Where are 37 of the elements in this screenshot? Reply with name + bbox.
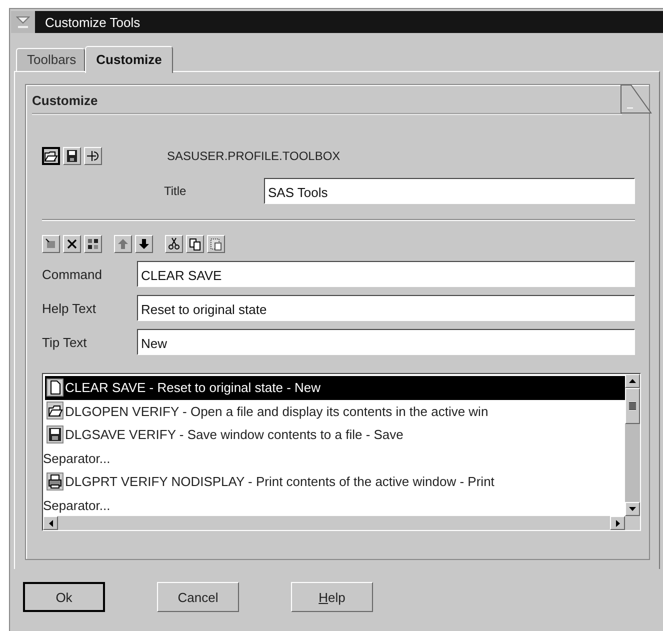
scroll-down-icon[interactable] — [629, 507, 636, 511]
input-field[interactable]: Reset to original state — [137, 295, 635, 321]
vertical-scrollbar[interactable] — [625, 374, 640, 516]
toolbox-path: SASUSER.PROFILE.TOOLBOX — [167, 149, 340, 163]
scroll-thumb-icon[interactable] — [629, 402, 636, 410]
title-label: Title — [164, 184, 188, 198]
list-item[interactable]: DLGPRT VERIFY NODISPLAY - Print contents of the active window - Print — [45, 470, 625, 494]
dialog-button[interactable]: Help — [291, 582, 373, 612]
dialog-button[interactable]: Cancel — [157, 582, 239, 612]
scroll-right-icon[interactable] — [616, 520, 620, 526]
input-field[interactable]: CLEAR SAVE — [137, 261, 635, 287]
scroll-left-icon[interactable] — [48, 520, 52, 526]
field-label: Command — [42, 266, 103, 282]
tab[interactable]: Toolbars — [16, 48, 86, 71]
open-icon[interactable] — [42, 147, 60, 165]
horizontal-scrollbar[interactable] — [43, 516, 625, 530]
list-item[interactable]: Separator... — [43, 494, 625, 516]
grid-icon[interactable] — [84, 235, 102, 253]
list-item[interactable]: CLEAR SAVE - Reset to original state - New — [45, 376, 625, 400]
group-title: Customize — [32, 85, 622, 115]
delete-icon[interactable] — [63, 235, 81, 253]
window-menu-icon[interactable] — [11, 11, 35, 33]
scroll-up-icon[interactable] — [629, 379, 636, 383]
field-label: Help Text — [42, 300, 97, 316]
paste-icon[interactable] — [207, 235, 225, 253]
list-item[interactable]: DLGOPEN VERIFY - Open a file and display its contents in the active win — [45, 400, 625, 423]
cut-icon[interactable] — [165, 235, 183, 253]
list-item[interactable]: Separator... — [43, 446, 625, 470]
title-field[interactable]: SAS Tools — [264, 178, 635, 204]
input-field[interactable]: New — [137, 329, 635, 355]
field-label: Tip Text — [42, 334, 88, 350]
list-item[interactable]: DLGSAVE VERIFY - Save window contents to a file - Save — [45, 423, 625, 446]
window-title: Customize Tools — [44, 14, 140, 30]
tab[interactable]: Customize — [85, 46, 173, 73]
dialog-button[interactable]: Ok — [23, 582, 105, 612]
copy-icon[interactable] — [186, 235, 204, 253]
save-icon[interactable] — [63, 147, 81, 165]
